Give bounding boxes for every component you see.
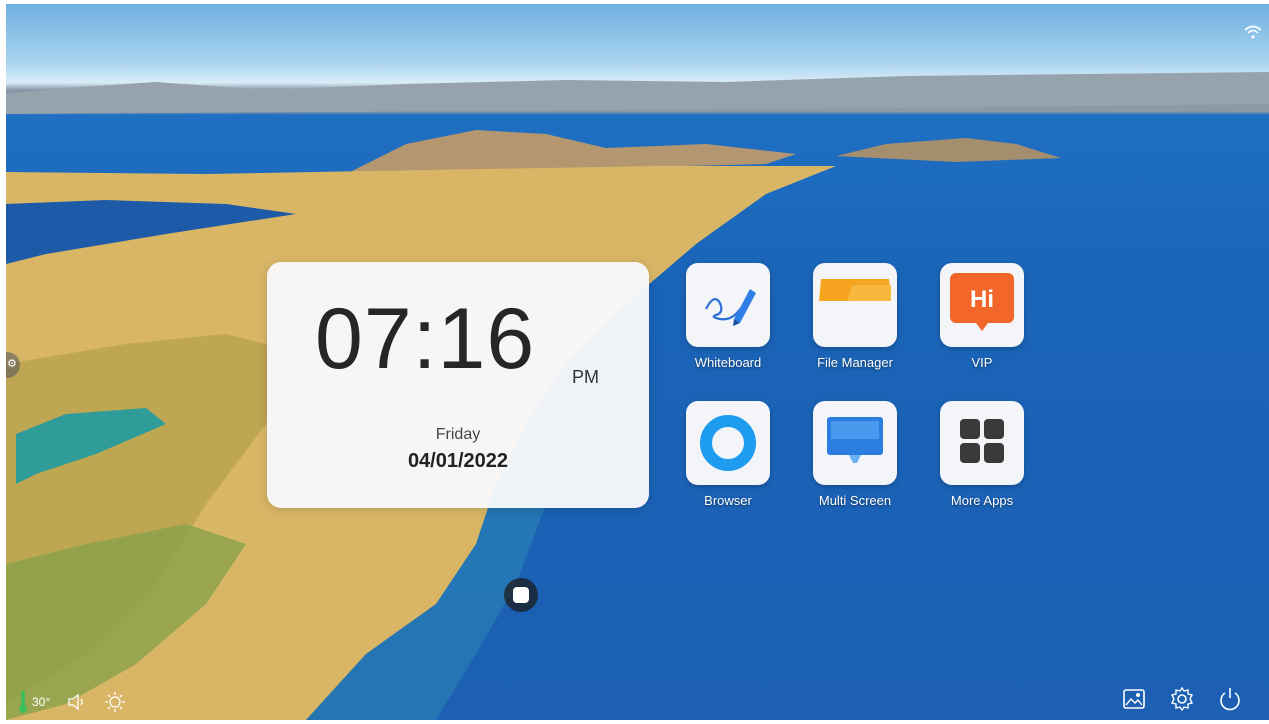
browser-ring-icon: [686, 401, 770, 485]
status-bar: 30°: [18, 690, 126, 714]
app-label: Whiteboard: [694, 355, 762, 370]
wifi-icon[interactable]: [1243, 24, 1263, 45]
clock-date: 04/01/2022: [407, 450, 509, 472]
app-label: VIP: [971, 355, 993, 370]
home-button[interactable]: [504, 578, 538, 612]
brightness-icon[interactable]: [104, 691, 126, 713]
whiteboard-icon: [686, 263, 770, 347]
monitor-icon: [813, 401, 897, 485]
app-label: File Manager: [817, 355, 893, 370]
app-label: Browser: [704, 493, 752, 508]
thermometer-icon: [19, 691, 27, 713]
app-label: Multi Screen: [818, 493, 892, 508]
app-label: More Apps: [950, 493, 1014, 508]
system-buttons: [1121, 686, 1243, 712]
clock-day: Friday: [435, 426, 481, 443]
volume-icon[interactable]: [66, 692, 88, 712]
app-file-manager[interactable]: File Manager: [800, 263, 910, 370]
desktop-wallpaper: ⚙ 07:16 PM Friday 04/01/2022 Whiteboard …: [6, 4, 1269, 720]
clock-time: 07:16: [315, 291, 536, 387]
app-browser[interactable]: Browser: [673, 401, 783, 508]
hi-bubble-icon: Hi: [940, 263, 1024, 347]
app-whiteboard[interactable]: Whiteboard: [673, 263, 783, 370]
folder-icon: [813, 263, 897, 347]
grid-icon: [940, 401, 1024, 485]
power-icon[interactable]: [1217, 686, 1243, 712]
temperature-text: 30°: [32, 695, 51, 709]
app-more-apps[interactable]: More Apps: [927, 401, 1037, 508]
app-vip[interactable]: Hi VIP: [927, 263, 1037, 370]
wallpaper-icon[interactable]: [1121, 686, 1147, 712]
clock-ampm: PM: [572, 367, 599, 387]
settings-gear-icon[interactable]: [1169, 686, 1195, 712]
app-multi-screen[interactable]: Multi Screen: [800, 401, 910, 508]
vip-badge-text: Hi: [970, 286, 994, 313]
gear-icon: ⚙: [7, 358, 17, 370]
clock-widget[interactable]: 07:16 PM Friday 04/01/2022: [267, 262, 649, 508]
